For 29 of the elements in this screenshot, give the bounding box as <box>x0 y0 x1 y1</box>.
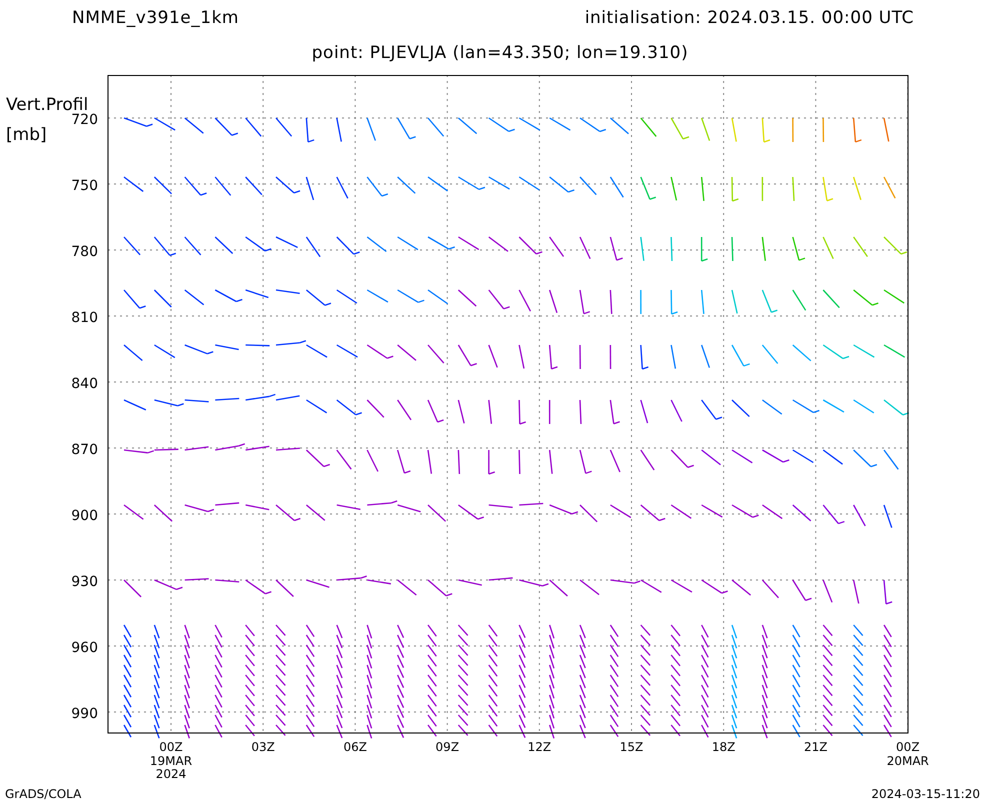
tick-label: 12Z <box>528 740 552 754</box>
tick-label: 18Z <box>712 740 736 754</box>
date-label: 20MAR <box>886 754 929 768</box>
footer-credit: GrADS/COLA <box>5 787 82 800</box>
tick-label: 00Z <box>896 740 920 754</box>
tick-label: 720 <box>71 112 98 128</box>
tick-label: 06Z <box>343 740 367 754</box>
date-label: 19MAR <box>150 754 192 768</box>
tick-label: 00Z <box>159 740 183 754</box>
tick-label: 15Z <box>620 740 644 754</box>
plot-subtitle: point: PLJEVLJA (lan=43.350; lon=19.310) <box>312 43 688 65</box>
axis-title: [mb] <box>6 125 47 145</box>
footer-timestamp: 2024-03-15-11:20 <box>871 787 980 800</box>
plot-title: NMME_v391e_1km <box>72 8 239 30</box>
tick-label: 09Z <box>436 740 460 754</box>
tick-label: 21Z <box>804 740 828 754</box>
tick-label: 870 <box>71 442 98 458</box>
tick-label: 900 <box>71 508 98 524</box>
tick-label: 990 <box>71 706 98 722</box>
tick-label: 780 <box>71 244 98 260</box>
tick-label: 840 <box>71 376 98 392</box>
axis-title: Vert.Profil <box>6 95 88 115</box>
tick-label: 03Z <box>251 740 275 754</box>
initialisation-time: initialisation: 2024.03.15. 00:00 UTC <box>584 8 914 30</box>
date-label: 2024 <box>156 767 186 781</box>
tick-label: 750 <box>71 178 98 194</box>
tick-label: 930 <box>71 574 98 590</box>
tick-label: 810 <box>71 310 98 326</box>
tick-label: 960 <box>71 640 98 656</box>
